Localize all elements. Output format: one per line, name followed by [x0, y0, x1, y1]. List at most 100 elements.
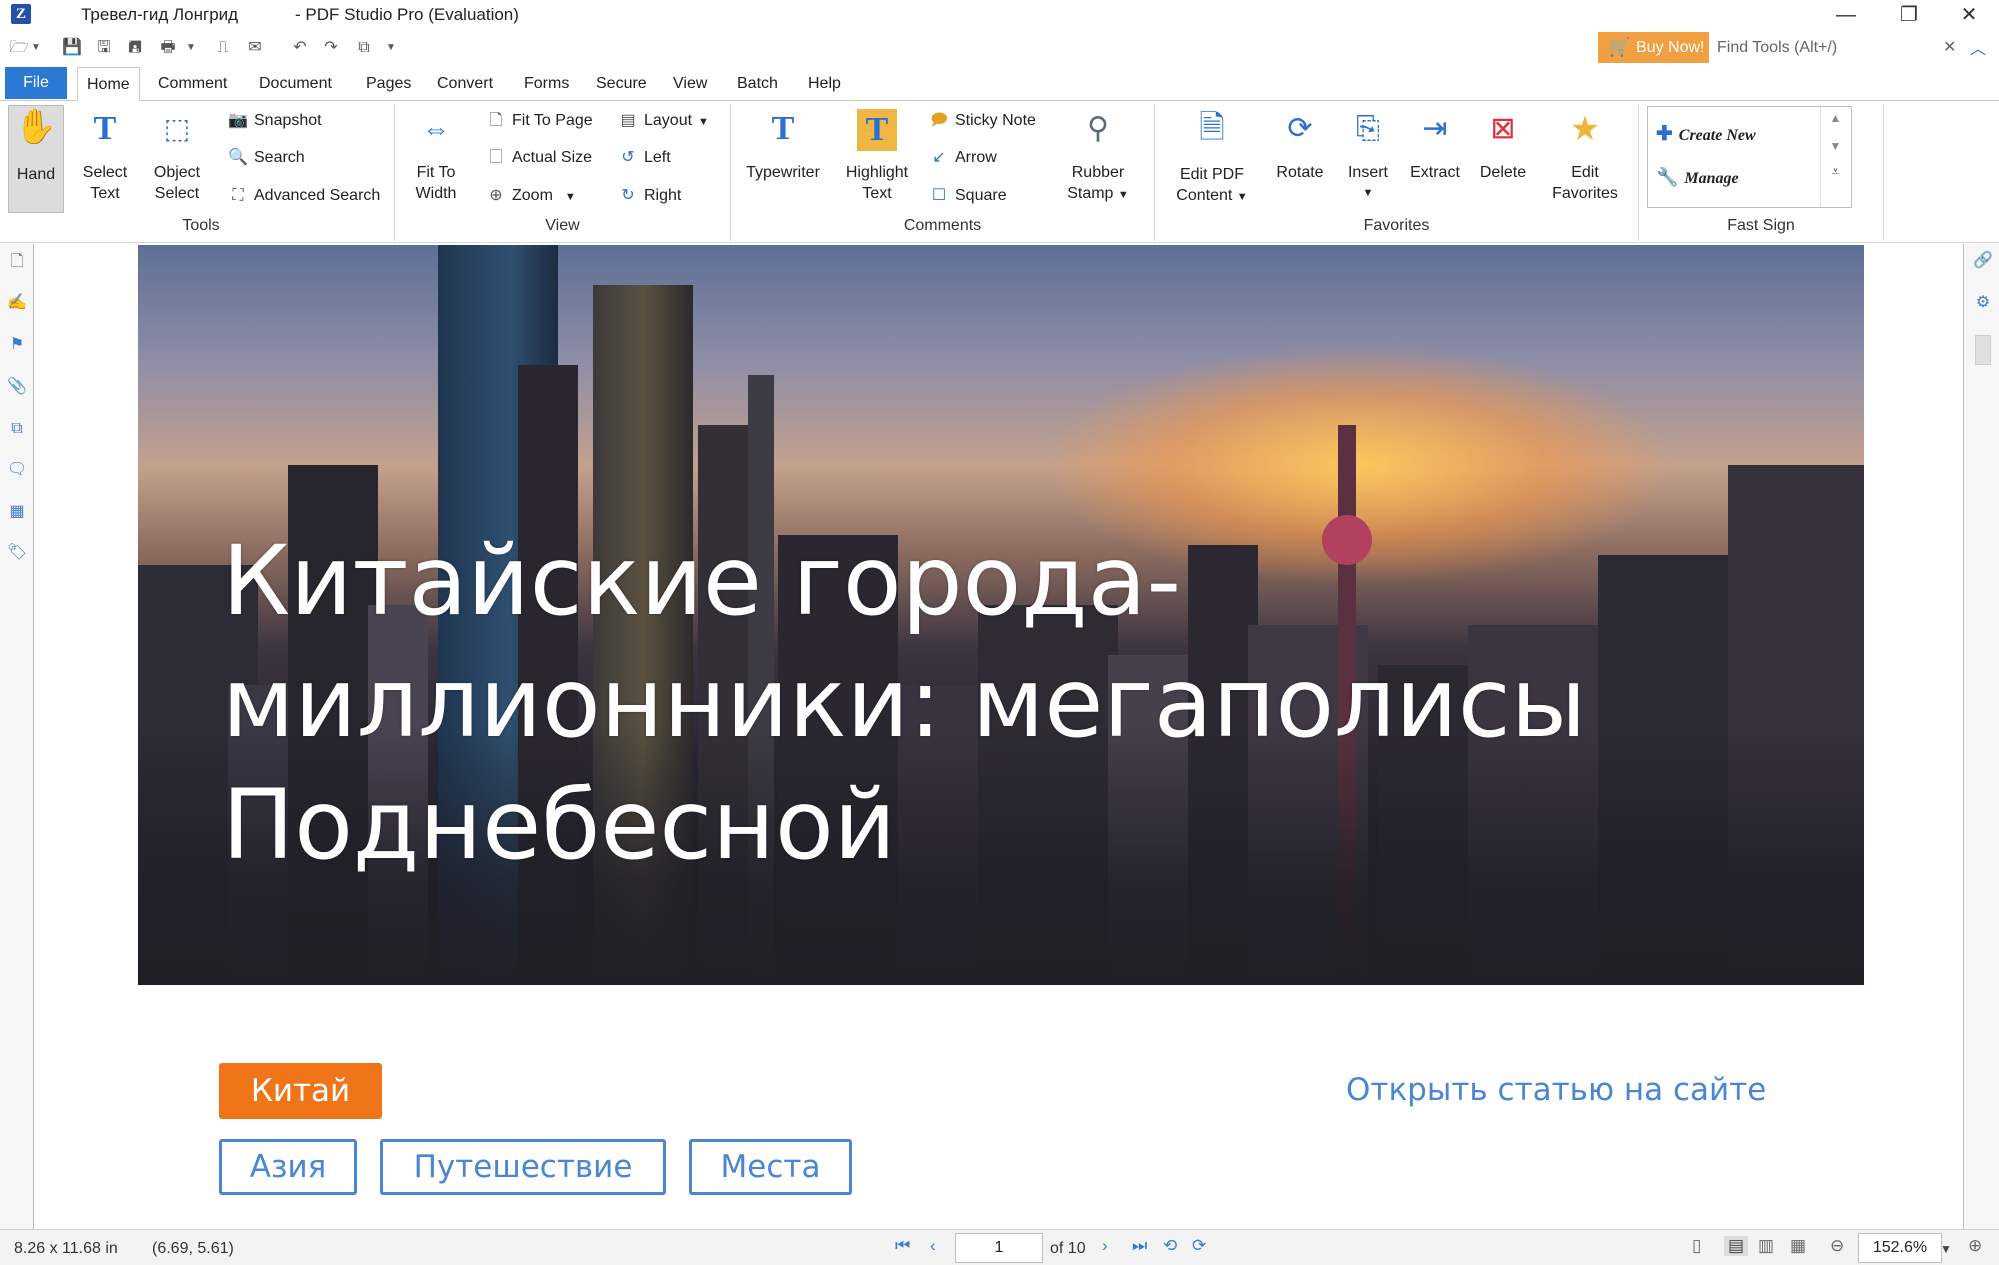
- zoom-dropdown-icon[interactable]: ▼: [1940, 1242, 1952, 1256]
- properties-panel-icon[interactable]: ⚙: [1972, 292, 1994, 314]
- insert-button[interactable]: ⎘ Insert ▼: [1338, 108, 1398, 204]
- minimize-button[interactable]: —: [1823, 0, 1869, 30]
- customize-dropdown-icon[interactable]: ▼: [385, 38, 397, 58]
- page-number-input[interactable]: 1: [955, 1233, 1043, 1263]
- tab-forms[interactable]: Forms: [515, 67, 578, 101]
- create-new-signature-button[interactable]: ✚ Create New: [1656, 121, 1756, 146]
- tags-panel-icon[interactable]: 🏷: [5, 541, 29, 565]
- find-tools-input[interactable]: Find Tools (Alt+/): [1710, 33, 1950, 63]
- zoom-out-icon[interactable]: ⊖: [1830, 1236, 1844, 1256]
- save-icon[interactable]: 💾: [61, 38, 83, 58]
- manage-label: Manage: [1684, 170, 1739, 187]
- tab-comment[interactable]: Comment: [149, 67, 236, 101]
- zoom-in-icon[interactable]: ⊕: [1968, 1236, 1982, 1256]
- continuous-facing-view-icon[interactable]: ▦: [1790, 1236, 1806, 1256]
- tab-document[interactable]: Document: [250, 67, 341, 101]
- chevron-down-icon: ▼: [1362, 187, 1374, 199]
- tag-asia[interactable]: Азия: [219, 1139, 357, 1195]
- close-button[interactable]: ✕: [1946, 0, 1992, 30]
- attachments-panel-icon[interactable]: 📎: [5, 375, 29, 399]
- chevron-down-icon[interactable]: ▼: [30, 38, 42, 58]
- tab-home[interactable]: Home: [77, 67, 140, 101]
- square-button[interactable]: ☐ Square: [929, 186, 1007, 206]
- zoom-button[interactable]: ⊕ Zoom ▼: [486, 186, 576, 207]
- rotate-right-button[interactable]: ↻ Right: [618, 186, 681, 206]
- tab-convert[interactable]: Convert: [428, 67, 502, 101]
- delete-button[interactable]: ⊠ Delete: [1472, 108, 1534, 183]
- tag-places[interactable]: Места: [689, 1139, 852, 1195]
- save-all-icon[interactable]: 🖪: [124, 38, 146, 58]
- first-page-icon[interactable]: ⏮: [895, 1236, 910, 1256]
- continuous-view-icon[interactable]: ▤: [1724, 1236, 1749, 1256]
- thumbnails-panel-icon[interactable]: ⧉: [5, 417, 29, 441]
- arrow-icon: ↙: [932, 149, 946, 166]
- fit-width-button[interactable]: ⇔ Fit To Width: [402, 108, 470, 204]
- rotate-button[interactable]: ⟳ Rotate: [1268, 108, 1332, 183]
- undo-icon[interactable]: ↶: [289, 38, 311, 58]
- print-dropdown-icon[interactable]: ▼: [185, 38, 197, 58]
- manage-signatures-button[interactable]: 🔧 Manage: [1656, 167, 1739, 188]
- pages-panel-icon[interactable]: 🗋: [5, 250, 29, 274]
- hand-tool-button[interactable]: ✋ Hand: [8, 105, 64, 213]
- scroll-up-icon[interactable]: ▲: [1821, 111, 1850, 125]
- open-article-link[interactable]: Открыть статью на сайте: [1346, 1072, 1766, 1108]
- open-file-icon[interactable]: 🗁: [8, 38, 30, 58]
- collapse-ribbon-icon[interactable]: ︿: [1970, 35, 1986, 59]
- next-page-icon[interactable]: ›: [1102, 1236, 1108, 1256]
- scroll-down-icon[interactable]: ▼: [1821, 139, 1850, 153]
- search-label: Search: [254, 149, 305, 166]
- highlight-text-button[interactable]: T Highlight Text: [838, 108, 916, 204]
- tab-batch[interactable]: Batch: [728, 67, 787, 101]
- find-tools-clear-icon[interactable]: ✕: [1943, 37, 1956, 57]
- save-as-icon[interactable]: 🖫: [93, 38, 115, 58]
- email-icon[interactable]: ✉: [244, 38, 266, 58]
- restore-button[interactable]: ❐: [1886, 0, 1932, 30]
- search-button[interactable]: 🔍 Search: [228, 148, 305, 168]
- typewriter-button[interactable]: T Typewriter: [738, 108, 828, 183]
- tab-pages[interactable]: Pages: [357, 67, 420, 101]
- rubber-stamp-button[interactable]: ⚲ Rubber Stamp ▼: [1060, 108, 1136, 206]
- edit-favorites-button[interactable]: ★ Edit Favorites: [1540, 108, 1630, 204]
- actual-size-button[interactable]: 🗌 Actual Size: [486, 148, 592, 168]
- fit-to-page-button[interactable]: 🗋 Fit To Page: [486, 111, 593, 131]
- layout-button[interactable]: ▤ Layout ▼: [618, 111, 709, 132]
- last-page-icon[interactable]: ⏭: [1132, 1236, 1147, 1256]
- tab-view[interactable]: View: [664, 67, 716, 101]
- facing-view-icon[interactable]: ▥: [1758, 1236, 1774, 1256]
- zoom-level-input[interactable]: 152.6%: [1858, 1233, 1942, 1263]
- tab-file[interactable]: File: [5, 67, 67, 99]
- app-logo-icon[interactable]: Z: [11, 4, 31, 24]
- layers-panel-icon[interactable]: ▦: [5, 500, 29, 524]
- scan-icon[interactable]: ⎍: [212, 38, 234, 58]
- print-icon[interactable]: 🖶: [157, 38, 179, 58]
- comments-panel-icon[interactable]: 🗨: [5, 458, 29, 482]
- tab-secure[interactable]: Secure: [587, 67, 656, 101]
- signatures-panel-icon[interactable]: ✍: [5, 291, 29, 315]
- select-text-label-2: Text: [90, 185, 120, 202]
- link-panel-icon[interactable]: 🔗: [1972, 250, 1994, 272]
- buy-now-button[interactable]: 🛒 Buy Now!: [1598, 32, 1709, 63]
- tag-travel[interactable]: Путешествие: [380, 1139, 666, 1195]
- tab-help[interactable]: Help: [799, 67, 850, 101]
- object-select-button[interactable]: ⬚ Object Select: [146, 108, 208, 204]
- previous-view-icon[interactable]: ⟲: [1163, 1236, 1177, 1256]
- edit-pdf-content-button[interactable]: 🗎 Edit PDF Content ▼: [1162, 106, 1262, 208]
- single-page-view-icon[interactable]: ▯: [1692, 1236, 1701, 1256]
- zoom-page-icon[interactable]: ⧉: [353, 38, 375, 58]
- next-view-icon[interactable]: ⟳: [1192, 1236, 1206, 1256]
- vertical-scrollbar-thumb[interactable]: [1975, 335, 1991, 365]
- extract-button[interactable]: ⇥ Extract: [1404, 108, 1466, 183]
- advanced-search-button[interactable]: ⛶ Advanced Search: [228, 186, 380, 206]
- bookmarks-panel-icon[interactable]: ⚑: [5, 333, 29, 357]
- redo-icon[interactable]: ↷: [320, 38, 342, 58]
- rotate-left-icon: ↺: [621, 149, 635, 166]
- expand-gallery-icon[interactable]: ⩡: [1821, 163, 1850, 180]
- sticky-note-button[interactable]: 🗩 Sticky Note: [929, 111, 1036, 131]
- previous-page-icon[interactable]: ‹: [930, 1236, 936, 1256]
- rotate-left-button[interactable]: ↺ Left: [618, 148, 670, 168]
- zoom-icon: ⊕: [489, 187, 503, 204]
- select-text-button[interactable]: T Select Text: [74, 108, 136, 204]
- snapshot-button[interactable]: 📷 Snapshot: [228, 111, 322, 131]
- arrow-button[interactable]: ↙ Arrow: [929, 148, 996, 168]
- tag-china[interactable]: Китай: [219, 1063, 382, 1119]
